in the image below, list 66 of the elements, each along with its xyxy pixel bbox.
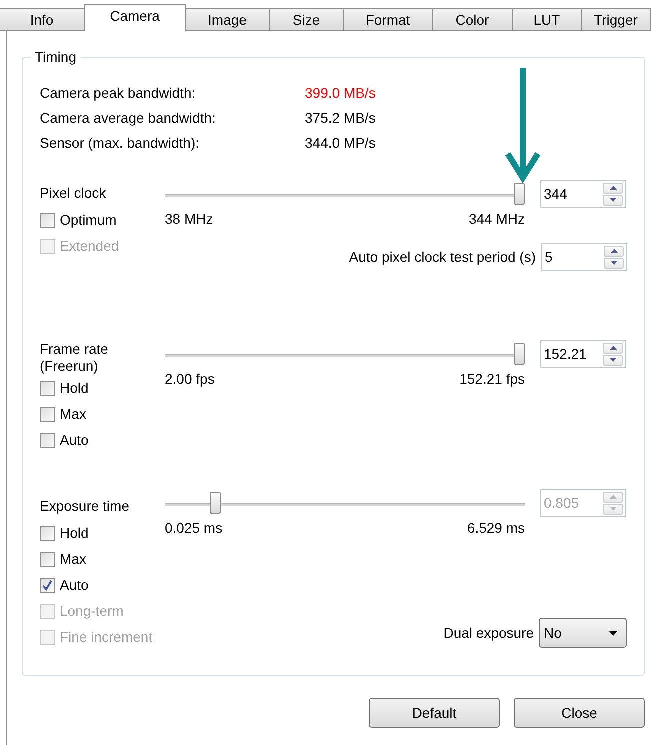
section-label: Exposure time	[40, 498, 130, 516]
slider-thumb[interactable]	[210, 492, 222, 514]
dialog-button[interactable]: Close	[514, 698, 645, 728]
tab[interactable]: Color	[432, 8, 513, 31]
stat-value: 375.2 MB/s	[305, 110, 377, 126]
up-arrow-icon	[610, 495, 616, 499]
dropdown-label: Dual exposure	[444, 625, 534, 641]
stat-label: Sensor (max. bandwidth):	[40, 134, 201, 150]
spin-up-button[interactable]	[603, 342, 623, 354]
min-value-label: 2.00 fps	[165, 371, 215, 387]
checkbox[interactable]	[40, 526, 55, 540]
tab[interactable]: Format	[343, 8, 433, 31]
down-arrow-icon	[610, 198, 616, 202]
down-arrow-icon	[610, 261, 618, 265]
slider-thumb[interactable]	[514, 343, 525, 365]
spin-up-button[interactable]	[603, 182, 623, 194]
number-spinbox[interactable]: 344	[540, 180, 626, 208]
dropdown[interactable]: No	[539, 618, 627, 648]
checkbox-label: Auto	[60, 432, 89, 448]
spin-up-button[interactable]	[604, 246, 624, 256]
stat-value: 344.0 MP/s	[305, 134, 377, 150]
slider-thumb[interactable]	[514, 183, 525, 205]
spin-down-button[interactable]	[604, 258, 624, 268]
max-value-label: 6.529 ms	[467, 520, 525, 536]
caret-icon	[609, 630, 618, 636]
tab[interactable]: Camera	[84, 4, 186, 32]
up-arrow-icon	[610, 249, 618, 253]
checkbox-label: Hold	[60, 525, 89, 541]
down-arrow-icon	[610, 358, 616, 362]
spin-down-button[interactable]	[603, 354, 623, 366]
checkbox-label: Optimum	[60, 212, 117, 228]
checkbox-label: Max	[60, 551, 86, 567]
stat-label: Camera average bandwidth:	[40, 110, 217, 126]
section-label: Frame rate (Freerun)	[40, 341, 110, 375]
max-value-label: 344 MHz	[468, 211, 525, 227]
stat-label: Camera peak bandwidth:	[40, 84, 197, 100]
min-value-label: 0.025 ms	[165, 520, 223, 536]
max-value-label: 152.21 fps	[460, 371, 525, 387]
checkbox-label: Hold	[60, 380, 89, 396]
checkbox[interactable]	[40, 212, 55, 228]
number-spinbox[interactable]: 5	[541, 243, 627, 271]
tab[interactable]: Size	[269, 8, 344, 31]
checkbox[interactable]	[40, 380, 55, 396]
checkbox-label: Auto	[60, 577, 89, 593]
tab[interactable]: Info	[0, 8, 85, 31]
checkbox-label: Extended	[60, 238, 120, 254]
tab[interactable]: Trigger	[581, 8, 651, 31]
checkbox-label: Max	[60, 406, 86, 422]
section-label: Pixel clock	[40, 185, 108, 203]
checkbox[interactable]	[40, 432, 55, 448]
checkbox[interactable]	[40, 552, 55, 566]
min-value-label: 38 MHz	[165, 211, 214, 227]
tab[interactable]: LUT	[512, 8, 582, 31]
down-arrow-icon	[610, 507, 616, 511]
up-arrow-icon	[610, 186, 616, 190]
checkbox[interactable]	[40, 578, 55, 592]
checkbox-label: Long-term	[60, 603, 124, 619]
spin-down-button[interactable]	[603, 194, 623, 206]
number-spinbox[interactable]: 152.21	[540, 340, 626, 368]
dialog-button[interactable]: Default	[369, 698, 500, 728]
stat-value: 399.0 MB/s	[305, 84, 377, 100]
field-label: Auto pixel clock test period (s)	[349, 249, 536, 265]
checkbox[interactable]	[40, 406, 55, 422]
up-arrow-icon	[610, 346, 616, 350]
checkbox-label: Fine increment	[60, 629, 153, 645]
tab[interactable]: Image	[185, 8, 270, 31]
